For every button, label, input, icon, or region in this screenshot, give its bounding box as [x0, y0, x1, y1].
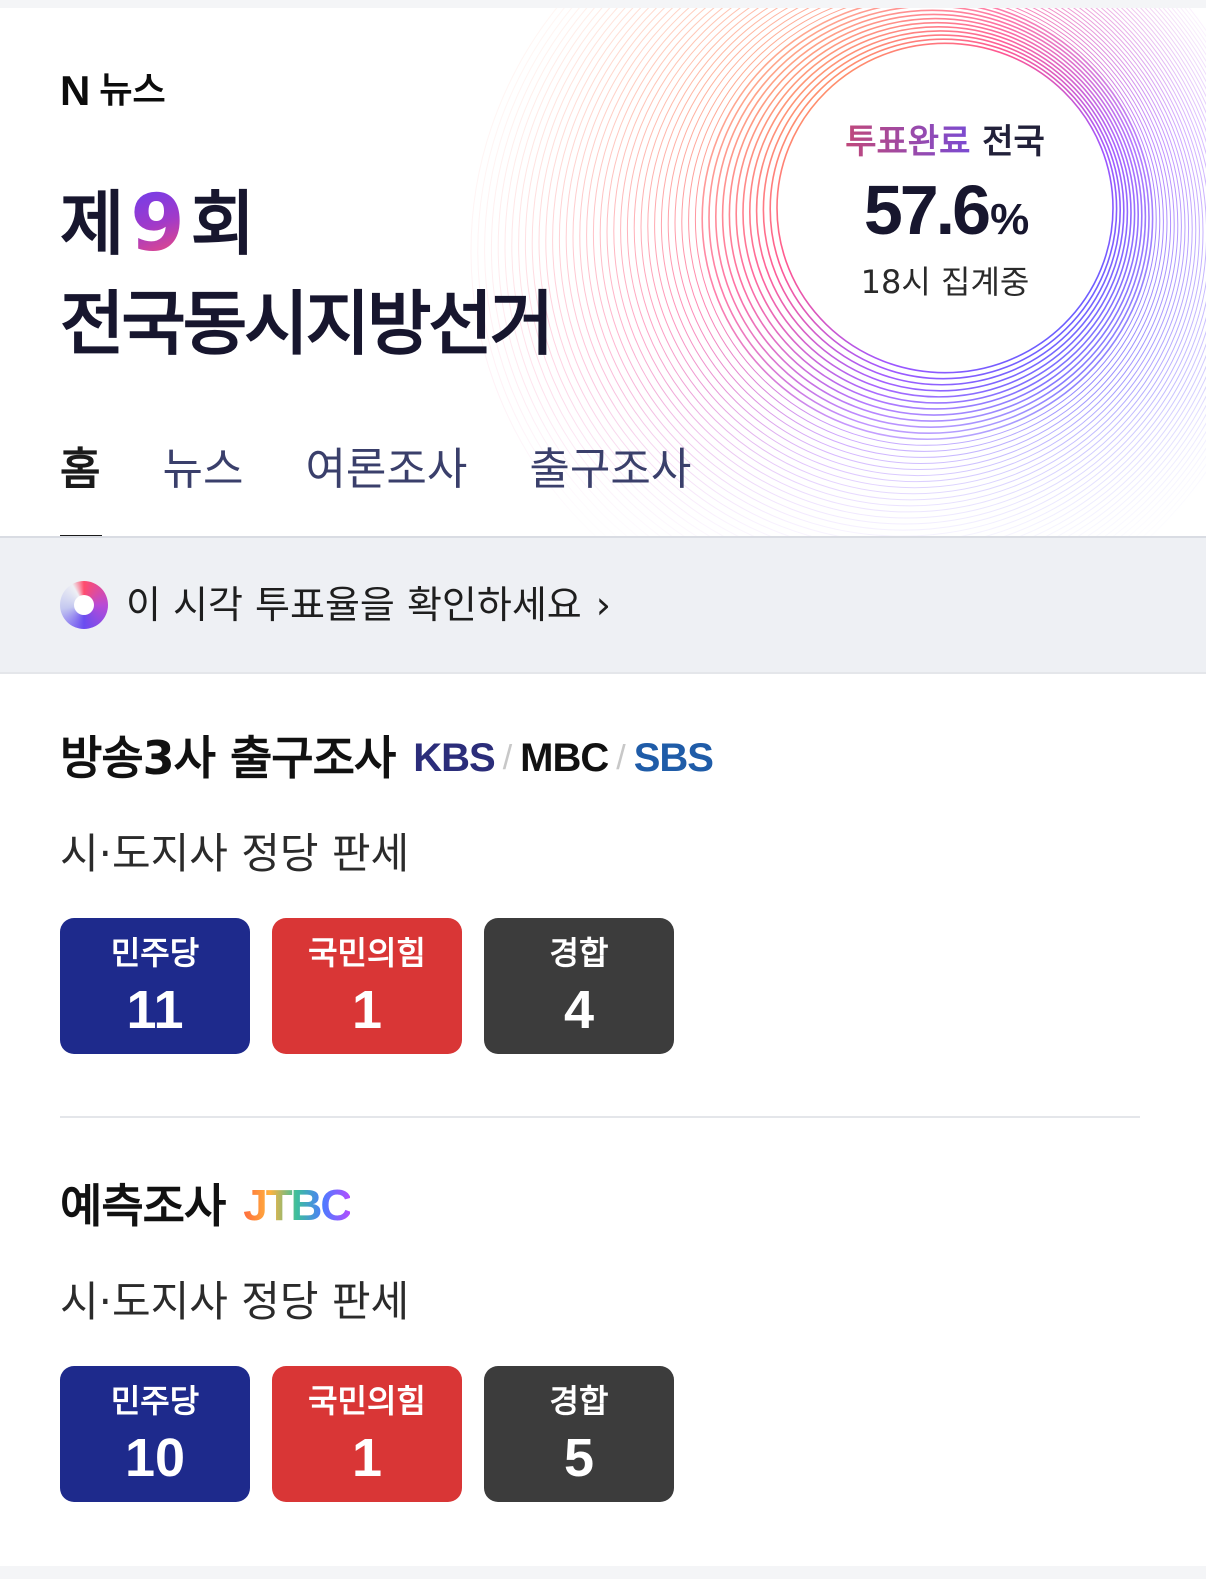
election-hero: N 뉴스 제 9 회 전국동시지방선거 투표완료 전국 57.6% 18시 집계…	[0, 8, 1206, 536]
turnout-widget[interactable]: 투표완료 전국 57.6% 18시 집계중	[800, 120, 1090, 302]
broadcaster-logos: KBS / MBC / SBS	[413, 735, 714, 781]
logo-separator: /	[616, 738, 626, 777]
party-card-ppp[interactable]: 국민의힘 1	[272, 1366, 462, 1502]
chevron-right-icon: ›	[595, 583, 611, 627]
party-name: 민주당	[110, 1382, 200, 1420]
turnout-banner[interactable]: 이 시각 투표율을 확인하세요 ›	[0, 538, 1206, 672]
party-card-tossup[interactable]: 경합 5	[484, 1366, 674, 1502]
party-name: 국민의힘	[308, 1382, 426, 1420]
forecast-poll-header: 예측조사 JTBC	[60, 1178, 1150, 1234]
party-name: 경합	[549, 934, 609, 972]
title-number: 9	[130, 179, 184, 269]
turnout-rate: 57.6%	[800, 170, 1090, 260]
tab-polls[interactable]: 여론조사	[305, 440, 467, 500]
party-card-tossup[interactable]: 경합 4	[484, 918, 674, 1054]
party-seats: 1	[351, 980, 383, 1040]
party-card-ppp[interactable]: 국민의힘 1	[272, 918, 462, 1054]
tab-news[interactable]: 뉴스	[162, 440, 243, 500]
turnout-label-region: 전국	[982, 122, 1045, 162]
forecast-poll-cards: 민주당 10 국민의힘 1 경합 5	[60, 1366, 1150, 1502]
sbs-logo: SBS	[633, 735, 714, 780]
party-name: 국민의힘	[308, 934, 426, 972]
logo-separator: /	[502, 738, 513, 777]
brand-text: 뉴스	[99, 70, 166, 111]
party-card-democratic[interactable]: 민주당 10	[60, 1366, 250, 1502]
party-seats: 11	[126, 980, 184, 1040]
turnout-label-highlight: 투표완료	[845, 122, 971, 162]
forecast-poll-title: 예측조사	[60, 1179, 226, 1233]
exit-poll-title: 방송3사 출구조사	[60, 731, 396, 785]
section-divider	[60, 1116, 1140, 1118]
mbc-logo: MBC	[520, 735, 609, 780]
top-border	[0, 0, 1206, 8]
tab-home[interactable]: 홈	[60, 440, 103, 536]
turnout-rate-value: 57.6	[863, 171, 991, 249]
party-name: 민주당	[110, 934, 200, 972]
broadcaster-logos: JTBC	[243, 1181, 352, 1231]
turnout-status: 18시 집계중	[860, 263, 1030, 301]
party-seats: 5	[563, 1428, 595, 1488]
election-title-line2: 전국동시지방선거	[60, 283, 554, 365]
kbs-logo: KBS	[413, 735, 495, 780]
naver-n-logo: N	[60, 67, 90, 114]
turnout-rate-unit: %	[990, 195, 1029, 244]
party-seats: 1	[351, 1428, 383, 1488]
tab-exit-poll[interactable]: 출구조사	[529, 440, 691, 500]
party-card-democratic[interactable]: 민주당 11	[60, 918, 250, 1054]
forecast-poll-section: 예측조사 JTBC 시·도지사 정당 판세 민주당 10 국민의힘 1 경합 5	[60, 1178, 1150, 1502]
party-seats: 4	[563, 980, 595, 1040]
exit-poll-subtitle: 시·도지사 정당 판세	[60, 829, 410, 878]
election-title: 제 9 회	[60, 179, 255, 269]
naver-news-brand[interactable]: N 뉴스	[60, 70, 166, 112]
title-prefix: 제	[60, 183, 124, 265]
title-suffix: 회	[190, 183, 255, 265]
forecast-poll-subtitle: 시·도지사 정당 판세	[60, 1277, 410, 1326]
bottom-border	[0, 1566, 1206, 1579]
turnout-label: 투표완료 전국	[800, 120, 1090, 164]
exit-poll-header: 방송3사 출구조사 KBS / MBC / SBS	[60, 730, 1150, 786]
exit-poll-cards: 민주당 11 국민의힘 1 경합 4	[60, 918, 1150, 1054]
tab-bar: 홈 뉴스 여론조사 출구조사	[60, 440, 753, 536]
section-divider	[0, 672, 1206, 674]
party-name: 경합	[549, 1382, 609, 1420]
exit-poll-section: 방송3사 출구조사 KBS / MBC / SBS 시·도지사 정당 판세 민주…	[60, 730, 1150, 1054]
jtbc-logo: JTBC	[243, 1181, 352, 1230]
banner-text: 이 시각 투표율을 확인하세요	[126, 583, 582, 627]
donut-chart-icon	[60, 581, 108, 629]
party-seats: 10	[124, 1428, 186, 1488]
